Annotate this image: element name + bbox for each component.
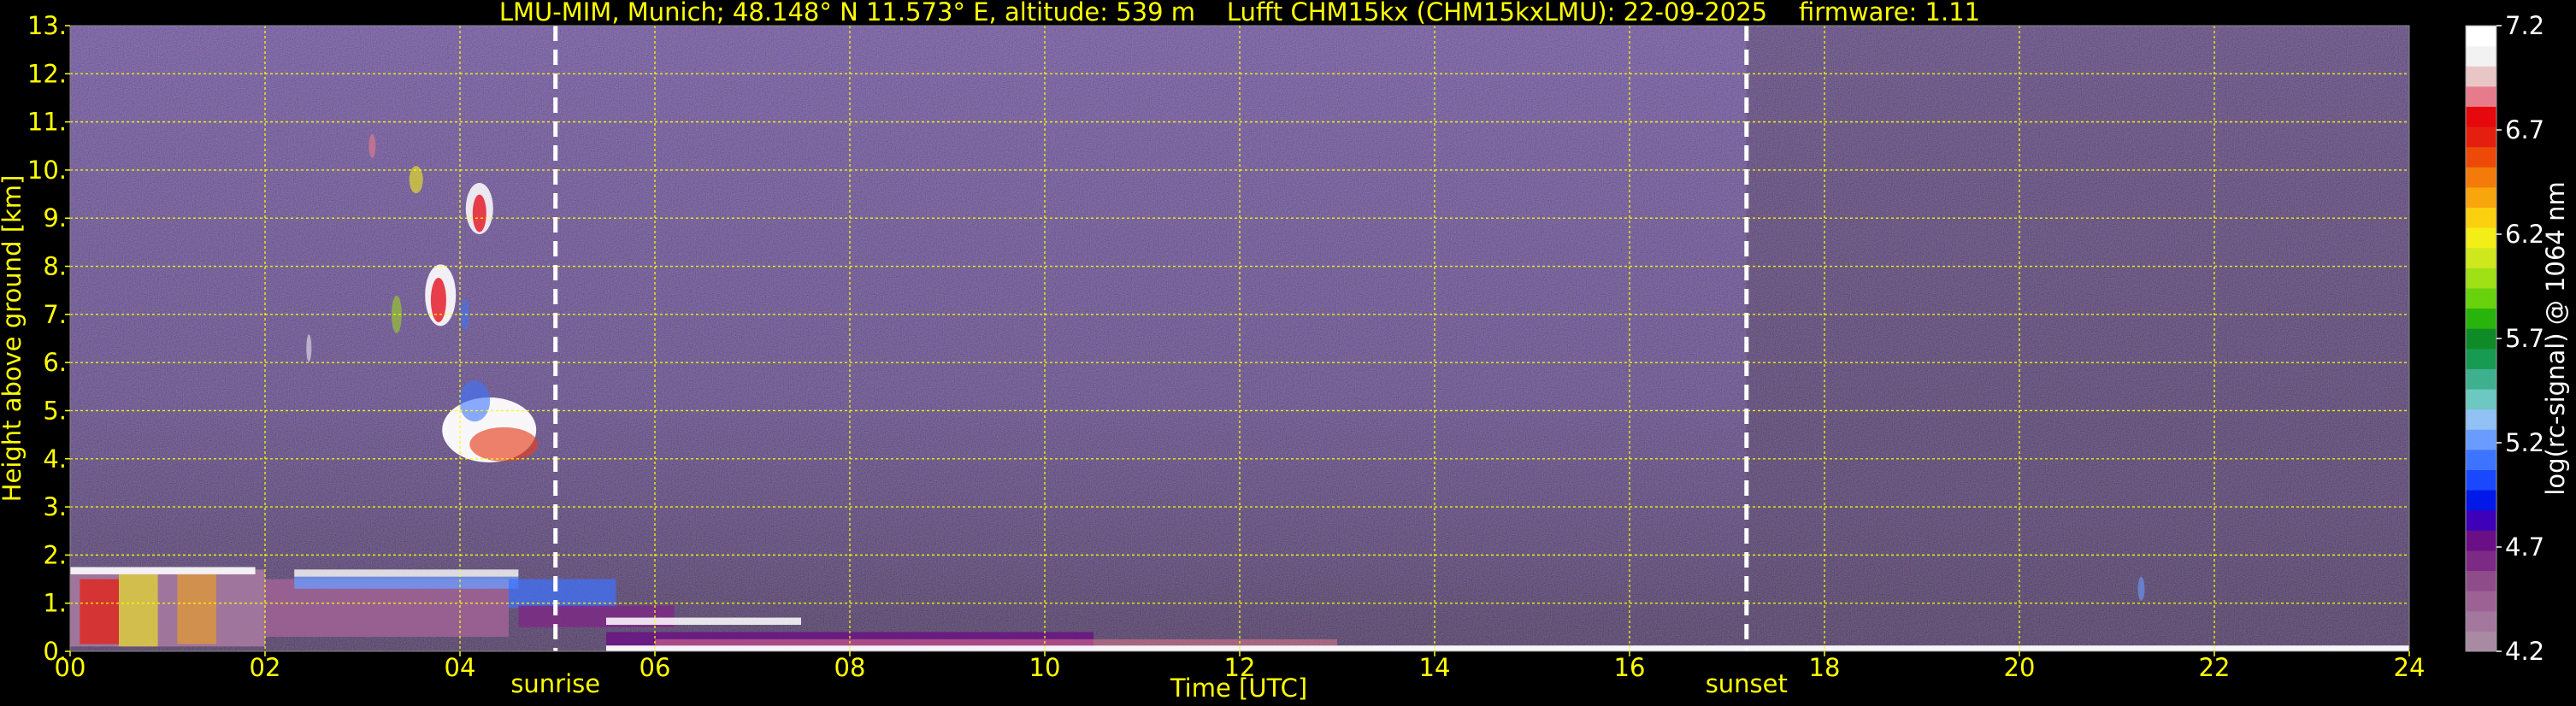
- x-tick-label: 10: [1029, 653, 1061, 682]
- residual-layer-top: [294, 576, 519, 589]
- x-tick-label: 20: [2004, 653, 2036, 682]
- surface-layer: [606, 645, 2409, 651]
- colorbar-segment: [2466, 490, 2496, 511]
- colorbar-segment: [2466, 167, 2496, 188]
- colorbar-segment: [2466, 469, 2496, 491]
- y-tick-label: 11.: [27, 108, 67, 137]
- colorbar-tick-label: 4.2: [2505, 637, 2544, 666]
- colorbar-segment: [2466, 85, 2496, 107]
- y-tick-label: 10.: [27, 156, 67, 185]
- y-tick-label: 8.: [43, 252, 67, 281]
- x-tick-label: 04: [445, 653, 476, 682]
- colorbar-segment: [2466, 591, 2496, 612]
- colorbar-segment: [2466, 45, 2496, 67]
- y-tick-label: 3.: [43, 492, 67, 521]
- cirrus-cloud: [430, 277, 446, 322]
- isolated-signal: [2137, 576, 2145, 601]
- colorbar-segment: [2466, 631, 2496, 652]
- boundary-layer-top: [70, 567, 256, 574]
- boundary-layer-core: [177, 574, 216, 644]
- colorbar-segment: [2466, 550, 2496, 572]
- colorbar-segment: [2466, 26, 2496, 47]
- colorbar-segment: [2466, 449, 2496, 470]
- x-tick-label: 14: [1419, 653, 1451, 682]
- y-tick-label: 2.: [43, 540, 67, 569]
- colorbar-tick-label: 6.7: [2505, 115, 2544, 144]
- colorbar-segment: [2466, 227, 2496, 249]
- colorbar-segment: [2466, 368, 2496, 390]
- colorbar-segment: [2466, 126, 2496, 148]
- colorbar-segment: [2466, 207, 2496, 228]
- event-marker-label: sunset: [1706, 669, 1788, 698]
- morning-layer-top: [606, 617, 801, 626]
- colorbar-segment: [2466, 348, 2496, 369]
- colorbar-segment: [2466, 106, 2496, 127]
- x-tick-label: 24: [2394, 653, 2426, 682]
- y-tick-label: 1.: [43, 589, 67, 618]
- boundary-layer-core: [119, 574, 158, 647]
- colorbar-segment: [2466, 66, 2496, 87]
- y-tick-label: 7.: [43, 300, 67, 329]
- mid-level-cloud: [469, 427, 539, 462]
- colorbar-label: log(rc-signal) @ 1064 nm: [2541, 181, 2570, 495]
- colorbar: 4.2 4.7 5.2 5.7 6.2 6.7 7.2: [2465, 11, 2544, 666]
- colorbar-segment: [2466, 429, 2496, 450]
- ceilometer-chart: sunrise sunset 00 02 04 06 08 10 12 14 16 18 20 22 24…: [0, 0, 2570, 703]
- x-axis-label: Time [UTC]: [1170, 674, 1307, 703]
- colorbar-tick-label: 5.2: [2505, 428, 2544, 457]
- x-tick-label: 16: [1614, 653, 1646, 682]
- colorbar-segment: [2466, 268, 2496, 289]
- chart-title: LMU-MIM, Munich; 48.148° N 11.573° E, al…: [499, 0, 1980, 26]
- x-tick-label: 06: [640, 653, 671, 682]
- cirrus-cloud: [472, 194, 486, 232]
- y-tick-label: 5.: [43, 396, 67, 425]
- x-tick-label: 18: [1809, 653, 1841, 682]
- colorbar-segment: [2466, 610, 2496, 632]
- colorbar-segment: [2466, 186, 2496, 209]
- y-tick-label: 6.: [43, 348, 67, 377]
- colorbar-segment: [2466, 570, 2496, 591]
- x-tick-label: 02: [250, 653, 281, 682]
- y-axis-ticks: 0. 1. 2. 3. 4. 5. 6. 7. 8. 9. 10. 11. 12. 13.: [27, 11, 70, 666]
- y-tick-label: 12.: [27, 59, 67, 88]
- colorbar-tick-label: 6.2: [2505, 220, 2544, 249]
- x-tick-label: 08: [834, 653, 866, 682]
- colorbar-tick-label: 5.7: [2505, 324, 2544, 353]
- boundary-layer-core: [80, 579, 119, 644]
- colorbar-tick-label: 4.7: [2505, 532, 2544, 562]
- y-axis-label: Height above ground [km]: [0, 175, 27, 503]
- cirrus-cloud: [306, 334, 312, 362]
- colorbar-segment: [2466, 247, 2496, 268]
- surface-layer-edge: [655, 638, 1337, 646]
- mid-level-cloud: [459, 380, 491, 422]
- colorbar-segment: [2466, 409, 2496, 430]
- colorbar-segment: [2466, 287, 2496, 309]
- colorbar-segment: [2466, 530, 2496, 551]
- y-tick-label: 13.: [27, 11, 67, 40]
- colorbar-segment: [2466, 509, 2496, 531]
- y-tick-label: 0.: [43, 637, 67, 666]
- colorbar-segment: [2466, 389, 2496, 410]
- y-tick-label: 4.: [43, 444, 67, 474]
- cirrus-cloud: [368, 133, 376, 158]
- colorbar-segment: [2466, 308, 2496, 329]
- residual-layer-top: [294, 569, 519, 577]
- y-tick-label: 9.: [43, 203, 67, 232]
- colorbar-segment: [2466, 328, 2496, 350]
- colorbar-tick-label: 7.2: [2505, 11, 2544, 40]
- colorbar-segment: [2466, 146, 2496, 168]
- x-tick-label: 22: [2199, 653, 2231, 682]
- event-marker-label: sunrise: [510, 669, 600, 698]
